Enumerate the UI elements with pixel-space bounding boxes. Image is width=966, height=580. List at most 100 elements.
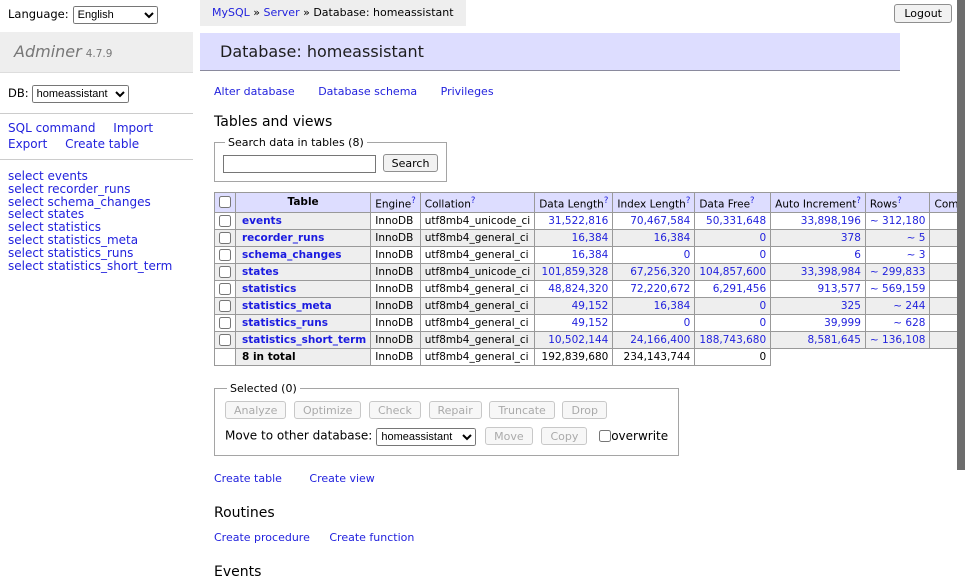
create-table-link[interactable]: Create table (214, 472, 282, 485)
data-free-link[interactable]: 0 (759, 249, 766, 261)
table-name-link[interactable]: schema_changes (242, 249, 342, 261)
overwrite-checkbox[interactable] (599, 430, 611, 442)
data-free-link[interactable]: 104,857,600 (699, 266, 766, 278)
table-name-link[interactable]: events (242, 215, 282, 227)
help-icon[interactable]: ? (686, 196, 691, 206)
total-label: 8 in total (236, 349, 371, 366)
rows-count-link[interactable]: ~ 299,833 (870, 266, 926, 278)
auto-increment-link[interactable]: 913,577 (818, 283, 861, 295)
row-checkbox[interactable] (219, 232, 231, 244)
sidebar-item-select-recorder-runs[interactable]: select recorder_runs (8, 183, 193, 196)
data-free-link[interactable]: 0 (759, 232, 766, 244)
breadcrumb-separator: » (303, 6, 310, 19)
auto-increment-link[interactable]: 6 (854, 249, 861, 261)
rows-count-link[interactable]: ~ 136,108 (870, 334, 926, 346)
table-name-link[interactable]: states (242, 266, 279, 278)
events-heading: Events (214, 564, 966, 580)
sidebar-item-select-statistics-meta[interactable]: select statistics_meta (8, 234, 193, 247)
auto-increment-link[interactable]: 39,999 (824, 317, 861, 329)
help-icon[interactable]: ? (856, 196, 861, 206)
data-free-link[interactable]: 188,743,680 (699, 334, 766, 346)
app-logo[interactable]: Adminer (14, 42, 82, 61)
rows-count-link[interactable]: ~ 3 (907, 249, 926, 261)
table-name-link[interactable]: statistics (242, 283, 296, 295)
row-checkbox[interactable] (219, 266, 231, 278)
index-length-link[interactable]: 16,384 (654, 232, 691, 244)
search-input[interactable] (223, 155, 376, 173)
breadcrumb-mysql-link[interactable]: MySQL (212, 6, 250, 19)
data-length-link[interactable]: 16,384 (572, 232, 609, 244)
auto-increment-link[interactable]: 33,898,196 (801, 215, 861, 227)
data-length-link[interactable]: 48,824,320 (548, 283, 608, 295)
data-free-link[interactable]: 6,291,456 (713, 283, 766, 295)
sidebar-item-select-statistics-runs[interactable]: select statistics_runs (8, 247, 193, 260)
help-icon[interactable]: ? (411, 196, 416, 206)
index-length-link[interactable]: 70,467,584 (630, 215, 690, 227)
index-length-link[interactable]: 24,166,400 (630, 334, 690, 346)
scrollbar-thumb[interactable] (957, 0, 965, 470)
auto-increment-link[interactable]: 8,581,645 (807, 334, 860, 346)
table-name-link[interactable]: statistics_runs (242, 317, 328, 329)
data-length-link[interactable]: 10,502,144 (548, 334, 608, 346)
rows-count-link[interactable]: ~ 569,159 (870, 283, 926, 295)
index-length-link[interactable]: 67,256,320 (630, 266, 690, 278)
help-icon[interactable]: ? (471, 196, 476, 206)
help-icon[interactable]: ? (604, 196, 609, 206)
database-schema-link[interactable]: Database schema (318, 85, 417, 98)
auto-increment-link[interactable]: 325 (841, 300, 861, 312)
alter-database-link[interactable]: Alter database (214, 85, 295, 98)
data-length-link[interactable]: 31,522,816 (548, 215, 608, 227)
optimize-button: Optimize (294, 401, 361, 419)
row-checkbox[interactable] (219, 249, 231, 261)
data-length-link[interactable]: 101,859,328 (542, 266, 609, 278)
row-checkbox[interactable] (219, 317, 231, 329)
index-length-link[interactable]: 0 (684, 317, 691, 329)
help-icon[interactable]: ? (750, 196, 755, 206)
scrollbar-track[interactable] (957, 0, 966, 543)
auto-increment-link[interactable]: 33,398,984 (801, 266, 861, 278)
table-name-link[interactable]: statistics_short_term (242, 334, 366, 346)
privileges-link[interactable]: Privileges (441, 85, 494, 98)
rows-count-link[interactable]: ~ 312,180 (870, 215, 926, 227)
row-checkbox[interactable] (219, 283, 231, 295)
routine-links: Create procedure Create function (214, 531, 966, 544)
auto-increment-link[interactable]: 378 (841, 232, 861, 244)
breadcrumb-server-link[interactable]: Server (264, 6, 300, 19)
data-free-link[interactable]: 50,331,648 (706, 215, 766, 227)
language-select[interactable]: English (73, 6, 158, 24)
data-length-link[interactable]: 49,152 (572, 300, 609, 312)
index-length-link[interactable]: 0 (684, 249, 691, 261)
rows-count-link[interactable]: ~ 628 (893, 317, 925, 329)
data-length-link[interactable]: 16,384 (572, 249, 609, 261)
sidebar-link-sql-command[interactable]: SQL command (8, 121, 95, 135)
rows-count-link[interactable]: ~ 5 (907, 232, 926, 244)
data-length-link[interactable]: 49,152 (572, 317, 609, 329)
row-checkbox[interactable] (219, 215, 231, 227)
create-procedure-link[interactable]: Create procedure (214, 531, 310, 544)
select-all-checkbox[interactable] (219, 196, 231, 208)
create-view-link[interactable]: Create view (309, 472, 374, 485)
help-icon[interactable]: ? (897, 196, 902, 206)
sidebar-item-select-events[interactable]: select events (8, 170, 193, 183)
row-checkbox[interactable] (219, 334, 231, 346)
sidebar-link-export[interactable]: Export (8, 137, 47, 151)
table-name-link[interactable]: recorder_runs (242, 232, 324, 244)
table-name-link[interactable]: statistics_meta (242, 300, 332, 312)
search-button[interactable]: Search (383, 154, 439, 172)
row-checkbox[interactable] (219, 300, 231, 312)
rows-count-link[interactable]: ~ 244 (893, 300, 925, 312)
app-version: 4.7.9 (86, 48, 113, 60)
logout-button[interactable]: Logout (894, 4, 952, 23)
sidebar-item-select-statistics-short-term[interactable]: select statistics_short_term (8, 260, 193, 273)
data-free-link[interactable]: 0 (759, 317, 766, 329)
data-free-link[interactable]: 0 (759, 300, 766, 312)
sidebar-link-import[interactable]: Import (113, 121, 153, 135)
create-function-link[interactable]: Create function (329, 531, 414, 544)
db-select[interactable]: homeassistant (32, 85, 129, 103)
move-button: Move (485, 427, 533, 445)
move-database-select[interactable]: homeassistant (376, 428, 476, 446)
index-length-link[interactable]: 72,220,672 (630, 283, 690, 295)
sidebar-link-create-table[interactable]: Create table (65, 137, 139, 151)
language-label: Language: (8, 7, 69, 21)
index-length-link[interactable]: 16,384 (654, 300, 691, 312)
